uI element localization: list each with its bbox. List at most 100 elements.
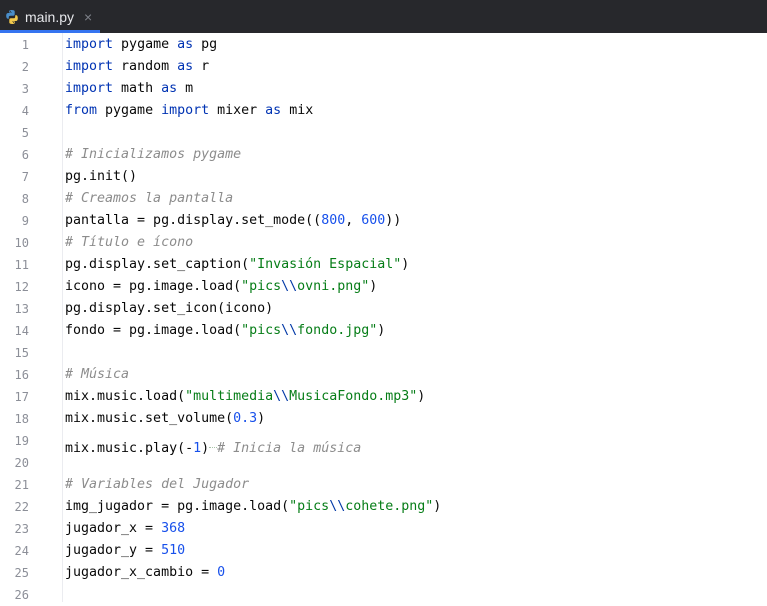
line-number: 12 (14, 280, 29, 294)
line-number: 5 (21, 126, 29, 140)
code-text: # Inicializamos pygame (65, 144, 241, 166)
code-token: , (345, 213, 362, 228)
code-token: mix.music.set_volume( (65, 411, 234, 426)
code-line[interactable]: 25 jugador_x_cambio = 0 (0, 562, 767, 584)
code-text: # Título e ícono (65, 232, 193, 254)
code-token: pg.init() (65, 169, 138, 184)
code-line[interactable]: 23 jugador_x = 368 (0, 518, 767, 540)
line-number: 15 (14, 346, 29, 360)
code-token: jugador_y = (65, 543, 162, 558)
code-text: jugador_x = 368 (65, 518, 185, 540)
code-line[interactable]: 6 # Inicializamos pygame (0, 144, 767, 166)
line-number: 11 (14, 258, 29, 272)
line-number: 6 (21, 148, 29, 162)
code-token: 368 (161, 521, 186, 536)
line-number: 14 (14, 324, 29, 338)
code-line[interactable]: 26 (0, 584, 767, 606)
code-token: MusicaFondo.mp3" (289, 389, 418, 404)
whitespace-warning-marker (209, 430, 218, 452)
code-text: # Música (65, 364, 129, 386)
close-icon[interactable]: × (84, 10, 92, 24)
code-text: jugador_y = 510 (65, 540, 185, 562)
code-line[interactable]: 2 import random as r (0, 56, 767, 78)
line-number: 13 (14, 302, 29, 316)
code-line[interactable]: 19 mix.music.play(-1) # Inicia la música (0, 430, 767, 456)
code-text: pg.display.set_icon(icono) (65, 298, 273, 320)
code-token: 0 (217, 565, 226, 580)
code-token: as (161, 81, 178, 96)
line-number: 20 (14, 456, 29, 470)
line-number: 23 (14, 522, 29, 536)
code-token: )) (385, 213, 402, 228)
code-token: as (177, 37, 194, 52)
code-line[interactable]: 22 img_jugador = pg.image.load("pics\\coh… (0, 496, 767, 518)
code-token: import (65, 59, 114, 74)
code-line[interactable]: 20 (0, 452, 767, 474)
code-token: 600 (361, 213, 386, 228)
code-text: import math as m (65, 78, 193, 100)
code-line[interactable]: 14 fondo = pg.image.load("pics\\fondo.jpg… (0, 320, 767, 342)
code-token: cohete.png" (345, 499, 434, 514)
code-line[interactable]: 13 pg.display.set_icon(icono) (0, 298, 767, 320)
code-text: mix.music.set_volume(0.3) (65, 408, 265, 430)
code-line[interactable]: 7 pg.init() (0, 166, 767, 188)
tab-label: main.py (25, 8, 75, 25)
line-number: 7 (21, 170, 29, 184)
code-line[interactable]: 5 (0, 122, 767, 144)
line-number: 9 (21, 214, 29, 228)
code-text: pantalla = pg.display.set_mode((800, 600… (65, 210, 401, 232)
code-token: # Inicializamos pygame (65, 147, 242, 162)
code-text: # Creamos la pantalla (65, 188, 233, 210)
code-token: # Creamos la pantalla (65, 191, 234, 206)
code-line[interactable]: 3 import math as m (0, 78, 767, 100)
code-line[interactable]: 16 # Música (0, 364, 767, 386)
code-text: mix.music.load("multimedia\\MusicaFondo.… (65, 386, 425, 408)
code-token: 0.3 (233, 411, 258, 426)
editor-tab-bar: main.py × (0, 0, 767, 33)
code-text: from pygame import mixer as mix (65, 100, 313, 122)
code-text: img_jugador = pg.image.load("pics\\cohet… (65, 496, 441, 518)
code-text: import pygame as pg (65, 34, 217, 56)
code-line[interactable]: 21 # Variables del Jugador (0, 474, 767, 496)
code-text: jugador_x_cambio = 0 (65, 562, 225, 584)
code-token: mix.music.load( (65, 389, 186, 404)
code-token: "pics (289, 499, 330, 514)
line-number: 16 (14, 368, 29, 382)
tab-main-py[interactable]: main.py × (0, 0, 101, 33)
code-token: as (177, 59, 194, 74)
code-line[interactable]: 17 mix.music.load("multimedia\\MusicaFond… (0, 386, 767, 408)
code-token: from (65, 103, 98, 118)
code-token: img_jugador = pg.image.load( (65, 499, 290, 514)
code-token: \\ (281, 323, 298, 338)
code-line[interactable]: 9 pantalla = pg.display.set_mode((800, 60… (0, 210, 767, 232)
code-line[interactable]: 1 import pygame as pg (0, 34, 767, 56)
code-line[interactable]: 15 (0, 342, 767, 364)
code-line[interactable]: 12 icono = pg.image.load("pics\\ovni.png"… (0, 276, 767, 298)
code-token: "multimedia (185, 389, 274, 404)
code-token: mix (281, 103, 314, 118)
code-token: \\ (281, 279, 298, 294)
code-line[interactable]: 24 jugador_y = 510 (0, 540, 767, 562)
line-number: 4 (21, 104, 29, 118)
code-line[interactable]: 11 pg.display.set_caption("Invasión Espac… (0, 254, 767, 276)
code-text: pg.init() (65, 166, 137, 188)
code-token: ) (257, 411, 266, 426)
code-token: "pics (241, 323, 282, 338)
code-line[interactable]: 8 # Creamos la pantalla (0, 188, 767, 210)
line-number: 2 (21, 60, 29, 74)
code-token: jugador_x = (65, 521, 162, 536)
line-number: 8 (21, 192, 29, 206)
code-line[interactable]: 18 mix.music.set_volume(0.3) (0, 408, 767, 430)
code-token: "Invasión Espacial" (249, 257, 402, 272)
code-token: pg.display.set_caption( (65, 257, 250, 272)
code-token: 510 (161, 543, 186, 558)
code-line[interactable]: 4 from pygame import mixer as mix (0, 100, 767, 122)
code-line[interactable]: 10 # Título e ícono (0, 232, 767, 254)
code-token: pygame (97, 103, 162, 118)
line-number: 10 (14, 236, 29, 250)
code-token: ) (401, 257, 410, 272)
code-token: math (113, 81, 162, 96)
code-token: ) (377, 323, 386, 338)
code-editor[interactable]: 1 import pygame as pg 2 import random as r3… (0, 33, 767, 602)
code-token: random (113, 59, 178, 74)
